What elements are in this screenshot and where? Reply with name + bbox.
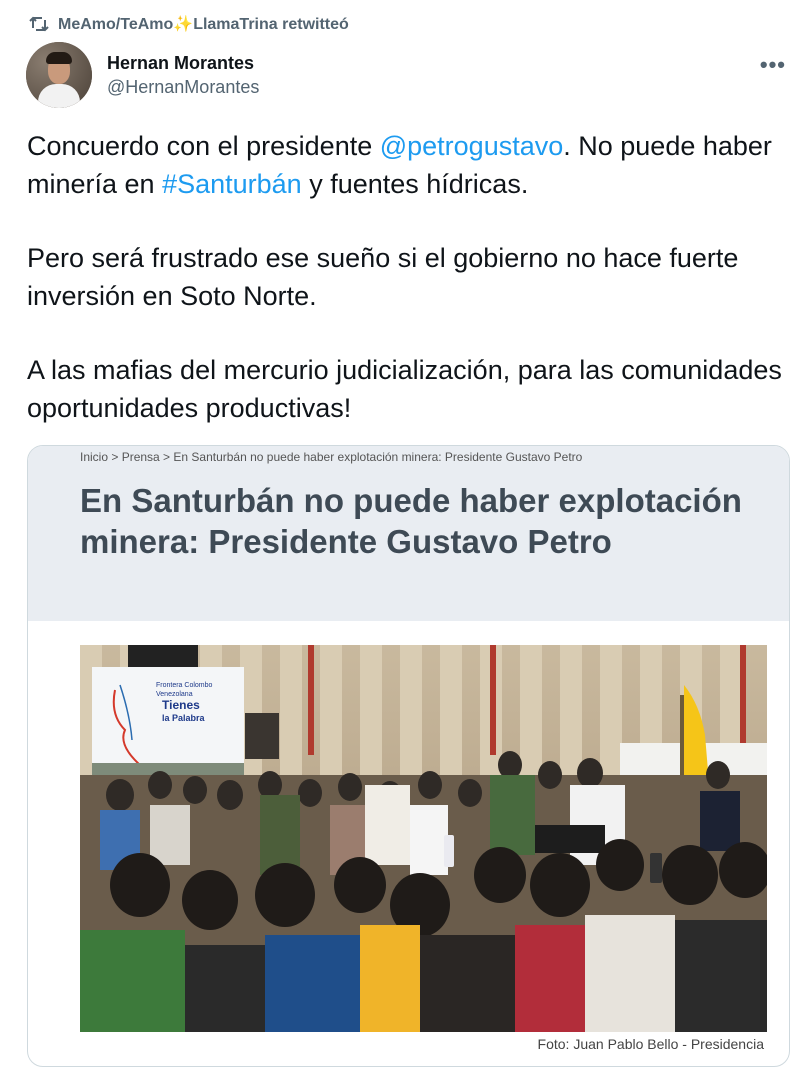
retweeter-name[interactable]: MeAmo/TeAmo✨LlamaTrina retwitteó	[58, 14, 349, 34]
banner-line1: Frontera Colombo	[156, 682, 213, 689]
event-banner: Frontera Colombo Venezolana Tienes la Pa…	[92, 667, 244, 787]
avatar[interactable]	[26, 42, 92, 108]
banner-line4: la Palabra	[162, 713, 206, 723]
tweet-paragraph-1: Concuerdo con el presidente @petrogustav…	[27, 131, 772, 199]
retweet-header[interactable]: MeAmo/TeAmo✨LlamaTrina retwitteó	[28, 14, 349, 34]
sparkle-emoji: ✨	[173, 16, 194, 33]
author-display-name[interactable]: Hernan Morantes	[107, 51, 259, 75]
banner-line2: Venezolana	[156, 691, 193, 698]
link-card[interactable]: Inicio > Prensa > En Santurbán no puede …	[27, 445, 790, 1067]
more-options-icon[interactable]: •••	[760, 52, 786, 78]
banner-line3: Tienes	[162, 698, 200, 712]
retweet-icon	[28, 14, 50, 34]
card-headline: En Santurbán no puede haber explotación …	[80, 482, 742, 560]
mention-link[interactable]: @petrogustavo	[380, 131, 564, 161]
tweet-paragraph-2: Pero será frustrado ese sueño si el gobi…	[27, 243, 739, 311]
author-handle[interactable]: @HernanMorantes	[107, 75, 259, 99]
article-photo: Frontera Colombo Venezolana Tienes la Pa…	[80, 645, 767, 1032]
tweet-body: Concuerdo con el presidente @petrogustav…	[27, 128, 787, 427]
hashtag-link[interactable]: #Santurbán	[162, 169, 302, 199]
breadcrumb: Inicio > Prensa > En Santurbán no puede …	[80, 450, 583, 464]
author-block[interactable]: Hernan Morantes @HernanMorantes	[26, 42, 259, 108]
photo-caption: Foto: Juan Pablo Bello - Presidencia	[537, 1036, 764, 1052]
card-header: Inicio > Prensa > En Santurbán no puede …	[28, 446, 789, 621]
tweet-paragraph-3: A las mafias del mercurio judicializació…	[27, 355, 782, 423]
